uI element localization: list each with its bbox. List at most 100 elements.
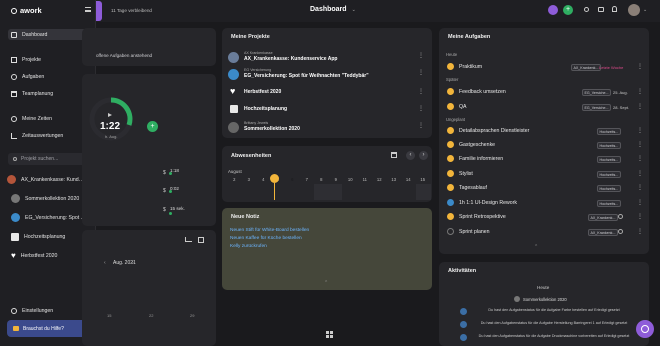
more-icon[interactable] (418, 124, 420, 128)
sidebar-item-dashboard[interactable]: Dashboard (8, 29, 88, 40)
time-row-value: 15 sek. (170, 206, 185, 211)
task-name[interactable]: Stylist (459, 171, 473, 177)
more-icon[interactable] (637, 186, 639, 190)
sidebar-item-teamplanning[interactable]: Teamplanung (8, 88, 88, 99)
more-icon[interactable] (637, 105, 639, 109)
sidebar-project-ax[interactable]: AX_Krankenkasse: Kund… (4, 174, 92, 185)
note-line[interactable]: Kelly zurückrufen (230, 244, 267, 249)
task-project-tag[interactable]: AX_Krankenk... (571, 64, 601, 72)
task-name[interactable]: Detailabsprachen Dienstleister (459, 128, 529, 134)
task-checkbox[interactable] (447, 127, 454, 134)
task-name[interactable]: QA (459, 104, 467, 110)
project-row[interactable]: ♥ Herbstfest 2020 (228, 86, 428, 98)
page-title[interactable]: Dashboard ⌄ (310, 6, 356, 13)
search-icon[interactable] (584, 7, 589, 12)
brand-chip[interactable] (96, 1, 102, 21)
more-icon[interactable] (637, 143, 639, 147)
expand-tasks-icon[interactable]: ⌃ (534, 244, 538, 250)
sidebar-item-tasks[interactable]: Aufgaben (8, 71, 88, 82)
chart-next-icon[interactable]: › (132, 260, 134, 266)
task-name[interactable]: Familie informieren (459, 156, 503, 162)
task-name[interactable]: Gastgeschenke (459, 142, 495, 148)
sidebar-project-sommer[interactable]: Sommerkollektion 2020 (8, 193, 88, 204)
help-button[interactable]: Brauchst du Hilfe? (7, 320, 88, 337)
task-project-tag[interactable]: AX_Krankenk... (588, 229, 618, 237)
project-search-input[interactable]: Projekt suchen... (8, 153, 87, 165)
task-project-tag[interactable]: Hochzeits... (597, 200, 621, 208)
sidebar-project-eg[interactable]: EG_Versicherung: Spot … (8, 212, 88, 223)
sidebar-project-hochzeit[interactable]: Hochzeitsplanung (8, 231, 88, 242)
task-checkbox[interactable] (447, 155, 454, 162)
task-checkbox[interactable] (447, 88, 454, 95)
project-row[interactable]: EG Versicherung EG_Versicherung: Spot fü… (228, 68, 428, 81)
table-view-icon[interactable] (198, 237, 204, 243)
sidebar-item-my-times[interactable]: Meine Zeiten (8, 113, 88, 124)
more-icon[interactable] (637, 201, 639, 205)
note-line[interactable]: Neuen Stift für White-Board bestellen (230, 228, 309, 233)
more-icon[interactable] (637, 157, 639, 161)
task-name[interactable]: Sprint Retrospektive (459, 214, 506, 220)
task-checkbox[interactable] (447, 199, 454, 206)
settings-button[interactable]: Einstellungen › (8, 305, 88, 316)
task-project-tag[interactable]: Hochzeits... (597, 185, 621, 193)
task-name[interactable]: 1h 1:1 UI-Design Rework (459, 200, 517, 206)
task-checkbox[interactable] (447, 170, 454, 177)
project-row[interactable]: Hochzeitsplanung (228, 104, 428, 115)
sidebar-item-time-reports[interactable]: Zeitauswertungen (8, 130, 88, 141)
chart-prev-icon[interactable]: ‹ (104, 260, 106, 266)
calendar-icon[interactable] (391, 152, 397, 158)
task-project-tag[interactable]: EG_Versiche... (582, 104, 611, 112)
chat-help-button[interactable] (636, 320, 654, 338)
more-icon[interactable] (418, 90, 420, 94)
add-time-button[interactable]: + (147, 121, 158, 132)
task-checkbox[interactable] (447, 103, 454, 110)
timer-button[interactable] (548, 5, 558, 15)
task-checkbox[interactable] (447, 63, 454, 70)
task-project-tag[interactable]: Hochzeits... (597, 128, 621, 136)
task-name[interactable]: Sprint planen (459, 229, 490, 235)
note-line[interactable]: Neuen Kaffee für Küche bestellen (230, 236, 302, 241)
chat-icon[interactable] (598, 7, 604, 12)
more-icon[interactable] (637, 90, 639, 94)
task-name[interactable]: Feedback umsetzen (459, 89, 506, 95)
task-project-tag[interactable]: Hochzeits... (597, 142, 621, 150)
chart-type-icon[interactable] (185, 237, 192, 242)
logo[interactable]: awork (11, 6, 42, 15)
project-row[interactable]: AX Krankenkasse AX_Krankenkasse: Kundens… (228, 51, 428, 64)
more-icon[interactable] (637, 172, 639, 176)
sidebar-project-herbst[interactable]: ♥ Herbstfest 2020 (8, 250, 88, 261)
collapse-menu-icon[interactable] (85, 7, 91, 12)
more-icon[interactable] (637, 215, 639, 219)
weekend-shade (314, 184, 342, 200)
task-checkbox[interactable] (447, 184, 454, 191)
task-checkbox[interactable] (447, 141, 454, 148)
add-button[interactable]: + (563, 5, 573, 15)
grid-toggle-icon[interactable] (326, 331, 333, 338)
chevron-down-icon[interactable]: ⌄ (643, 7, 647, 13)
sidebar-item-projects[interactable]: Projekte (8, 54, 88, 65)
task-name[interactable]: Praktikum (459, 64, 482, 70)
more-icon[interactable] (418, 71, 420, 75)
user-avatar[interactable] (628, 4, 640, 16)
task-project-tag[interactable]: Hochzeits... (597, 171, 621, 179)
more-icon[interactable] (637, 129, 639, 133)
task-checkbox[interactable] (447, 213, 454, 220)
task-project-tag[interactable]: EG_Versiche... (582, 89, 611, 97)
day-label: 11 (362, 177, 367, 182)
more-icon[interactable] (637, 230, 639, 234)
next-week-button[interactable]: › (419, 151, 428, 160)
more-icon[interactable] (637, 65, 639, 69)
more-icon[interactable] (418, 54, 420, 58)
project-row[interactable]: Brittany Jewels Sommerkollektion 2020 (228, 121, 428, 134)
resize-handle-icon[interactable]: ⌃ (324, 280, 328, 286)
note-card[interactable] (222, 208, 432, 290)
task-name[interactable]: Tagesablauf (459, 185, 487, 191)
prev-week-button[interactable]: ‹ (406, 151, 415, 160)
tasks-group-label: Heute (446, 52, 458, 57)
bell-icon[interactable] (612, 6, 617, 12)
task-checkbox[interactable] (447, 228, 454, 235)
task-project-tag[interactable]: AX_Krankenk... (588, 214, 618, 222)
task-project-tag[interactable]: Hochzeits... (597, 156, 621, 164)
more-icon[interactable] (418, 107, 420, 111)
sidebar-item-label: Teamplanung (22, 90, 54, 97)
